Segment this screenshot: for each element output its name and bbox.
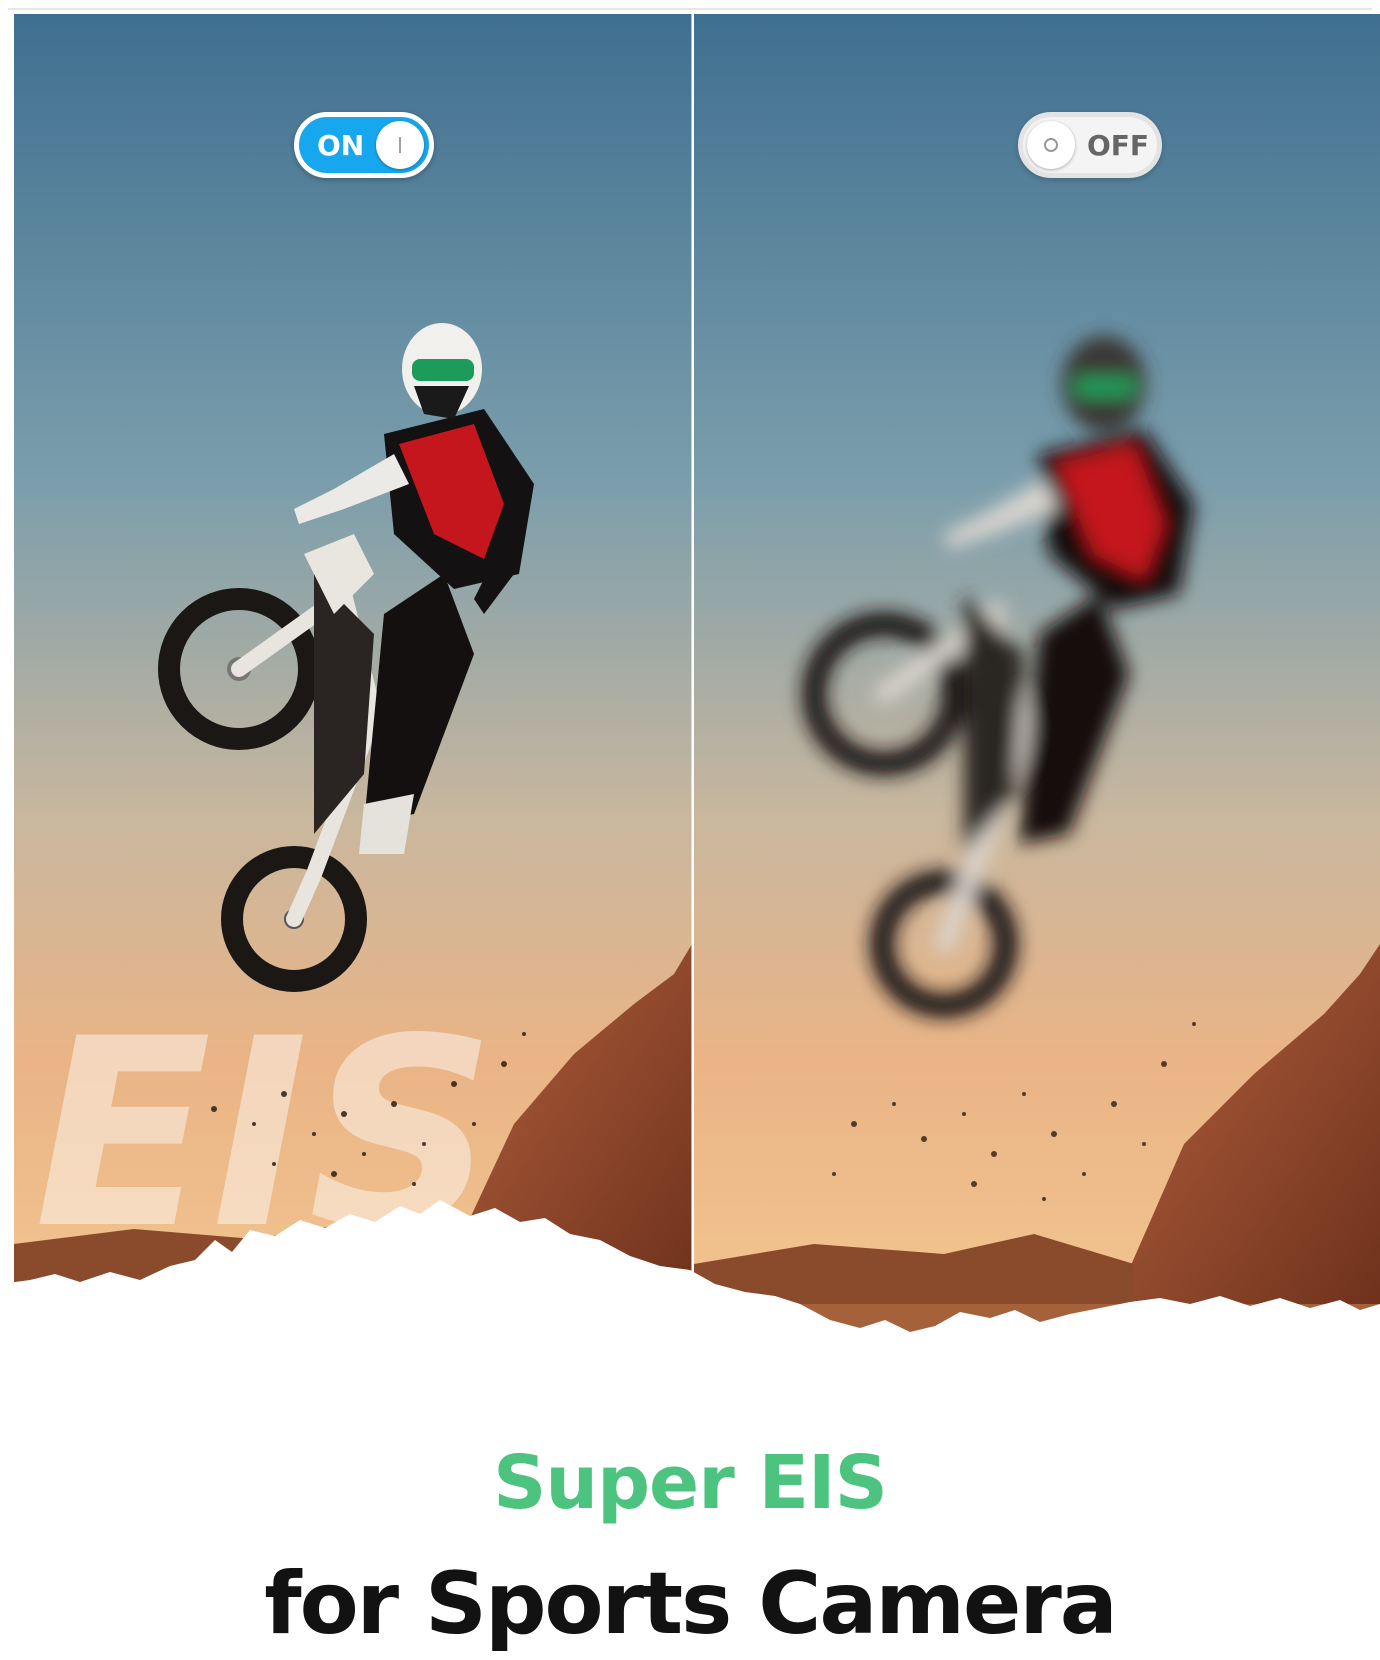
eis-on-panel: EIS ON [14, 14, 692, 1354]
toggle-off-label: OFF [1087, 128, 1150, 162]
headline-subtitle: for Sports Camera [264, 1554, 1118, 1654]
top-divider [8, 8, 1372, 10]
dust-particles [211, 1032, 526, 1186]
eis-off-panel: OFF [694, 14, 1380, 1354]
toggle-knob [376, 121, 424, 169]
product-banner: EIS ON OFF Super EIS for Sports Camera [0, 0, 1380, 1660]
motocross-rider-blurred [802, 336, 1196, 1201]
toggle-knob [1027, 121, 1075, 169]
headline-title: Super EIS [493, 1440, 888, 1526]
eis-on-toggle[interactable]: ON [294, 112, 434, 178]
eis-off-toggle[interactable]: OFF [1018, 112, 1162, 178]
toggle-on-label: ON [317, 128, 365, 162]
